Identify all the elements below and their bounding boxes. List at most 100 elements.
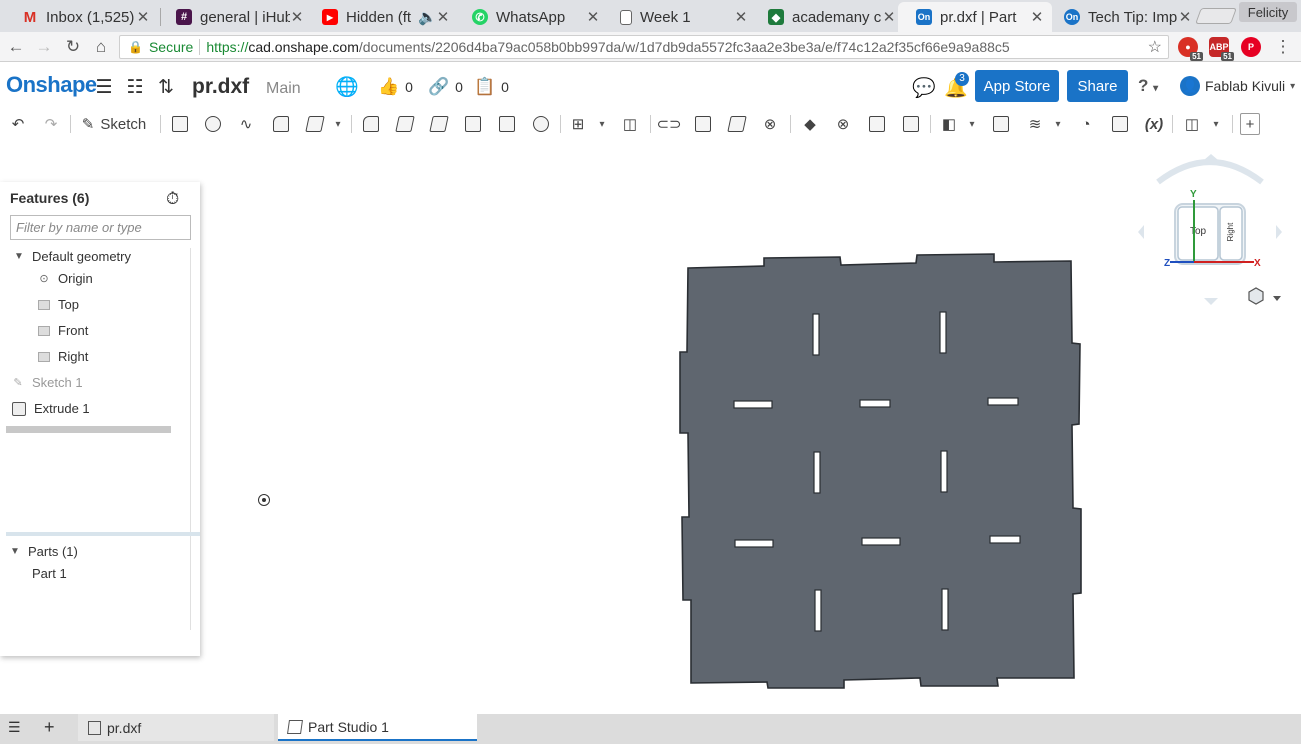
url-field[interactable]: 🔒 Secure https://cad.onshape.com/documen… bbox=[119, 35, 1169, 59]
menu-icon[interactable]: ☰ bbox=[93, 76, 115, 98]
chevron-down-icon[interactable]: ▾ bbox=[596, 113, 608, 135]
draft-icon[interactable] bbox=[429, 113, 449, 135]
hole-icon[interactable] bbox=[531, 113, 551, 135]
globe-icon[interactable]: 🌐 bbox=[335, 76, 359, 98]
browser-tab-slack[interactable]: # general | iHub ✕ bbox=[158, 2, 312, 32]
panel-divider[interactable] bbox=[6, 532, 200, 536]
branch-name[interactable]: Main bbox=[266, 80, 301, 98]
browser-tab-gmail[interactable]: M Inbox (1,525) ✕ bbox=[4, 2, 158, 32]
bookmark-star-icon[interactable]: ☆ bbox=[1148, 37, 1162, 57]
chevron-down-icon[interactable]: ▾ bbox=[1052, 113, 1064, 135]
browser-tab-whatsapp[interactable]: ✆ WhatsApp ✕ bbox=[454, 2, 608, 32]
chamfer-icon[interactable] bbox=[395, 113, 415, 135]
sheet-metal-icon[interactable]: ◫ bbox=[1182, 113, 1202, 135]
share-button[interactable]: Share bbox=[1067, 70, 1128, 102]
new-tab-button[interactable] bbox=[1195, 8, 1237, 24]
tab-part-studio[interactable]: Part Studio 1 bbox=[278, 714, 477, 741]
links-counter[interactable]: 🔗 0 bbox=[428, 77, 463, 97]
close-icon[interactable]: ✕ bbox=[436, 8, 450, 26]
onshape-logo[interactable]: Onshape bbox=[6, 72, 97, 98]
back-icon[interactable]: ← bbox=[6, 37, 26, 57]
mate-connector-icon[interactable] bbox=[991, 113, 1011, 135]
close-icon[interactable]: ✕ bbox=[586, 8, 600, 26]
document-name[interactable]: pr.dxf bbox=[192, 75, 249, 99]
tree-item-default-geometry[interactable]: ▼ Default geometry bbox=[14, 249, 131, 264]
undo-icon[interactable]: ↶ bbox=[8, 113, 28, 135]
home-icon[interactable]: ⌂ bbox=[91, 37, 111, 57]
view-cube[interactable]: Top Right Y Z X bbox=[1130, 152, 1290, 312]
parts-header[interactable]: ▼ Parts (1) bbox=[10, 544, 78, 559]
help-icon[interactable]: ? ▾ bbox=[1138, 76, 1158, 96]
close-icon[interactable]: ✕ bbox=[136, 8, 150, 26]
replace-face-icon[interactable] bbox=[901, 113, 921, 135]
chevron-down-icon[interactable]: ▾ bbox=[1210, 113, 1222, 135]
fillet-icon[interactable] bbox=[361, 113, 381, 135]
adblock-icon[interactable]: ABP 51 bbox=[1209, 37, 1234, 61]
close-icon[interactable]: ✕ bbox=[1178, 8, 1192, 26]
versions-icon[interactable]: ⇅ bbox=[155, 76, 177, 98]
browser-tab-week1[interactable]: Week 1 ✕ bbox=[602, 2, 756, 32]
helix-icon[interactable]: ≋ bbox=[1025, 113, 1045, 135]
close-icon[interactable]: ✕ bbox=[290, 8, 304, 26]
browser-tab-youtube[interactable]: ▶ Hidden (ft 🔈 ✕ bbox=[304, 2, 458, 32]
comment-icon[interactable]: 💬 bbox=[912, 76, 936, 100]
move-face-icon[interactable] bbox=[867, 113, 887, 135]
user-menu[interactable]: 👤 Fablab Kivuli ▾ bbox=[1180, 76, 1295, 96]
tab-document[interactable]: pr.dxf bbox=[78, 714, 274, 741]
close-icon[interactable]: ✕ bbox=[1030, 8, 1044, 26]
arrow-right-icon[interactable] bbox=[1276, 225, 1282, 239]
workspace-icon[interactable]: ☷ bbox=[124, 76, 146, 98]
measure-icon[interactable]: ◔ bbox=[1076, 113, 1096, 135]
rotate-arc-icon[interactable] bbox=[1156, 159, 1264, 185]
insert-tab-icon[interactable]: + bbox=[40, 714, 66, 741]
shell-icon[interactable] bbox=[497, 113, 517, 135]
section-icon[interactable] bbox=[1110, 113, 1130, 135]
loft-icon[interactable] bbox=[271, 113, 291, 135]
extension-red-icon[interactable]: ● 51 bbox=[1178, 37, 1203, 61]
pattern-icon[interactable]: ⊞ bbox=[568, 113, 588, 135]
close-icon[interactable]: ✕ bbox=[734, 8, 748, 26]
pinterest-icon[interactable]: P bbox=[1241, 37, 1261, 57]
chevron-down-icon[interactable]: ▼ bbox=[10, 546, 20, 557]
rollback-bar[interactable] bbox=[6, 426, 171, 433]
tree-item-extrude1[interactable]: Extrude 1 bbox=[12, 401, 90, 416]
profile-chip[interactable]: Felicity bbox=[1239, 2, 1297, 22]
likes-counter[interactable]: 👍 0 bbox=[378, 77, 413, 97]
transform-icon[interactable] bbox=[727, 113, 747, 135]
part-model[interactable] bbox=[660, 240, 1100, 700]
rib-icon[interactable] bbox=[463, 113, 483, 135]
view-options-icon[interactable] bbox=[1248, 287, 1264, 305]
add-custom-feature-icon[interactable]: + bbox=[1240, 113, 1260, 135]
tree-item-sketch1[interactable]: ✎ Sketch 1 bbox=[12, 375, 82, 390]
feature-filter-input[interactable] bbox=[10, 215, 191, 240]
tree-item-right[interactable]: Right bbox=[38, 349, 88, 364]
redo-icon[interactable]: ↷ bbox=[41, 113, 61, 135]
split-icon[interactable] bbox=[693, 113, 713, 135]
revolve-icon[interactable] bbox=[203, 113, 223, 135]
sketch-button[interactable]: ✎ Sketch bbox=[78, 113, 150, 135]
browser-tab-active[interactable]: On pr.dxf | Part ✕ bbox=[898, 2, 1052, 32]
rollback-timer-icon[interactable]: ⏱ bbox=[166, 189, 179, 209]
reload-icon[interactable]: ↻ bbox=[63, 37, 83, 57]
browser-tab-techtip[interactable]: On Tech Tip: Imp ✕ bbox=[1046, 2, 1200, 32]
modify-fillet-icon[interactable]: ◆ bbox=[800, 113, 820, 135]
plane-icon[interactable]: ◧ bbox=[939, 113, 959, 135]
boolean-icon[interactable]: ⊂⊃ bbox=[656, 113, 681, 135]
close-icon[interactable]: ✕ bbox=[882, 8, 896, 26]
browser-menu-icon[interactable]: ⋮ bbox=[1273, 37, 1293, 57]
tree-item-front[interactable]: Front bbox=[38, 323, 88, 338]
variable-icon[interactable]: (x) bbox=[1142, 113, 1166, 135]
tab-manager-icon[interactable]: ☰ bbox=[4, 714, 30, 741]
chevron-down-icon[interactable] bbox=[1273, 296, 1281, 301]
arrow-up-icon[interactable] bbox=[1204, 154, 1218, 160]
tree-item-top[interactable]: Top bbox=[38, 297, 79, 312]
tree-item-origin[interactable]: ⊙ Origin bbox=[38, 271, 92, 286]
forward-icon[interactable]: → bbox=[34, 37, 54, 57]
thicken-icon[interactable] bbox=[305, 113, 325, 135]
browser-tab-academany[interactable]: ◆ academany c ✕ bbox=[750, 2, 904, 32]
delete-part-icon[interactable]: ⊗ bbox=[760, 113, 780, 135]
sweep-icon[interactable]: ∿ bbox=[236, 113, 256, 135]
feature-list-scrollbar[interactable] bbox=[190, 248, 191, 630]
chevron-down-icon[interactable]: ▾ bbox=[332, 113, 344, 135]
arrow-left-icon[interactable] bbox=[1138, 225, 1144, 239]
